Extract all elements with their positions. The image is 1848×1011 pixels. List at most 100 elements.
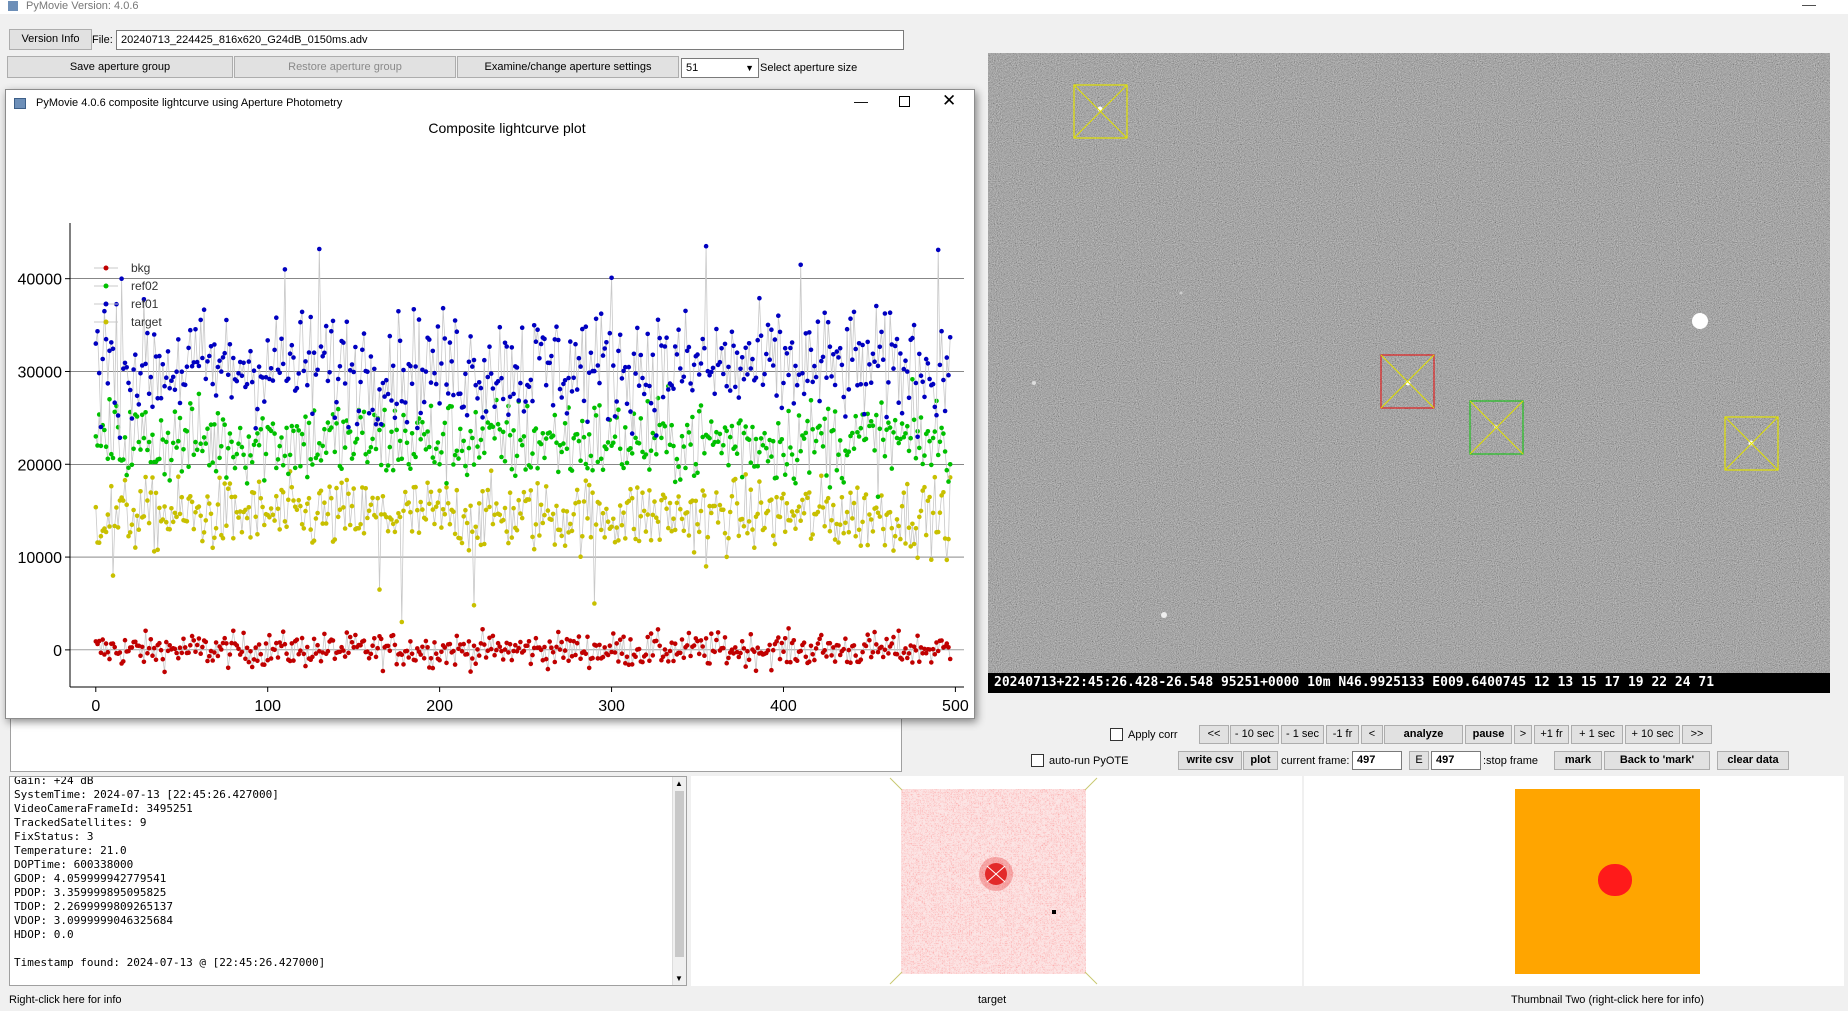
data-point-ref02	[659, 435, 664, 441]
data-point-bkg	[299, 635, 305, 641]
back-to-mark-button[interactable]: Back to 'mark'	[1604, 751, 1710, 770]
data-point-ref01	[595, 363, 601, 368]
data-point-target	[552, 542, 558, 547]
data-point-ref01	[734, 350, 740, 356]
video-frame[interactable]: 20240713+22:45:26.428-26.548 95251+0000 …	[988, 53, 1830, 693]
jump-end-button[interactable]: >>	[1682, 725, 1712, 744]
previous-button[interactable]: <	[1361, 725, 1383, 744]
version-info-button[interactable]: Version Info	[9, 29, 92, 50]
aperture-size-select[interactable]: 51 ▼	[681, 58, 759, 78]
data-point-bkg	[153, 657, 159, 663]
data-point-ref02	[284, 425, 289, 431]
write-csv-button[interactable]: write csv	[1178, 751, 1242, 770]
data-point-target	[571, 512, 576, 517]
restore-aperture-group-button[interactable]: Restore aperture group	[234, 56, 456, 78]
log-scrollbar[interactable]: ▲ ▼	[672, 777, 686, 985]
data-point-ref01	[177, 400, 183, 406]
data-point-ref02	[636, 441, 642, 446]
data-point-ref01	[942, 408, 948, 414]
plus-1-sec-button[interactable]: + 1 sec	[1571, 725, 1623, 744]
data-point-target	[640, 490, 645, 496]
data-point-ref01	[306, 350, 312, 355]
data-point-target	[906, 525, 912, 530]
data-point-ref02	[323, 450, 329, 456]
analyze-button[interactable]: analyze	[1384, 725, 1463, 744]
data-point-bkg	[459, 649, 465, 654]
data-point-target	[530, 534, 535, 540]
data-point-target	[896, 523, 901, 529]
data-point-target	[899, 503, 905, 509]
current-frame-input[interactable]: 497	[1352, 751, 1402, 770]
data-point-ref02	[696, 409, 702, 414]
lightcurve-plot-window[interactable]: PyMovie 4.0.6 composite lightcurve using…	[5, 89, 975, 719]
minus-1-sec-button[interactable]: - 1 sec	[1281, 725, 1324, 744]
data-point-bkg	[143, 628, 148, 634]
data-point-bkg	[191, 638, 197, 643]
scroll-thumb[interactable]	[675, 791, 684, 957]
x-tick-label: 500	[942, 698, 969, 715]
data-point-bkg	[841, 646, 846, 652]
data-point-ref01	[664, 335, 669, 340]
data-point-target	[715, 520, 721, 525]
mark-button[interactable]: mark	[1554, 751, 1602, 770]
plot-button[interactable]: plot	[1243, 751, 1278, 770]
data-point-bkg	[894, 651, 900, 657]
thumbnail-one-panel[interactable]	[691, 776, 1302, 986]
minimize-icon[interactable]: —	[1802, 0, 1816, 12]
jump-start-button[interactable]: <<	[1199, 725, 1229, 744]
scroll-up-icon[interactable]: ▲	[675, 779, 683, 788]
data-point-target	[724, 554, 729, 560]
data-point-ref02	[232, 465, 238, 471]
save-aperture-group-button[interactable]: Save aperture group	[7, 56, 233, 78]
data-point-bkg	[686, 630, 692, 636]
data-point-ref02	[743, 424, 748, 429]
data-point-target	[631, 526, 637, 532]
data-point-ref01	[490, 386, 496, 391]
data-point-bkg	[525, 643, 530, 648]
data-point-target	[709, 510, 714, 516]
minus-10-sec-button[interactable]: - 10 sec	[1230, 725, 1279, 744]
minus-1-frame-button[interactable]: -1 fr	[1326, 725, 1359, 744]
next-button[interactable]: >	[1514, 725, 1532, 744]
file-path-field[interactable]: 20240713_224425_816x620_G24dB_0150ms.adv	[116, 30, 904, 50]
pause-button[interactable]: pause	[1465, 725, 1512, 744]
plus-10-sec-button[interactable]: + 10 sec	[1625, 725, 1680, 744]
data-point-ref01	[703, 243, 709, 249]
plus-1-frame-button[interactable]: +1 fr	[1534, 725, 1569, 744]
data-point-target	[844, 509, 850, 515]
data-point-target	[428, 489, 434, 495]
thumbnail-two-panel[interactable]	[1304, 776, 1844, 986]
data-point-bkg	[129, 645, 135, 650]
data-point-target	[150, 475, 155, 480]
data-point-target	[769, 497, 774, 503]
auto-run-pyote-checkbox[interactable]	[1031, 754, 1044, 767]
data-point-ref02	[863, 436, 869, 442]
stop-frame-input[interactable]: 497	[1431, 751, 1481, 770]
apply-corr-checkbox[interactable]	[1110, 728, 1123, 741]
data-point-ref02	[638, 416, 644, 421]
data-point-ref02	[825, 406, 831, 412]
data-point-ref01	[922, 394, 927, 400]
data-point-target	[284, 524, 289, 530]
data-point-ref01	[641, 391, 647, 397]
data-point-target	[282, 519, 288, 524]
log-panel[interactable]: Gain: +24 dB SystemTime: 2024-07-13 [22:4…	[9, 776, 687, 986]
auto-run-pyote-label: auto-run PyOTE	[1049, 755, 1129, 767]
data-point-target	[342, 526, 348, 531]
data-point-bkg	[239, 649, 245, 655]
data-point-ref01	[770, 363, 776, 368]
data-point-ref01	[248, 348, 253, 354]
data-point-ref02	[164, 439, 169, 445]
clear-data-button[interactable]: clear data	[1717, 751, 1789, 770]
data-point-ref01	[848, 316, 853, 321]
data-point-target	[752, 545, 757, 550]
data-point-target	[203, 518, 209, 523]
data-point-ref02	[408, 466, 413, 472]
data-point-ref02	[342, 445, 348, 450]
data-point-ref01	[131, 367, 136, 372]
data-point-bkg	[743, 664, 748, 669]
examine-aperture-settings-button[interactable]: Examine/change aperture settings	[457, 56, 679, 78]
scroll-down-icon[interactable]: ▼	[675, 974, 683, 983]
data-point-ref02	[569, 468, 575, 473]
e-button[interactable]: E	[1409, 751, 1429, 770]
